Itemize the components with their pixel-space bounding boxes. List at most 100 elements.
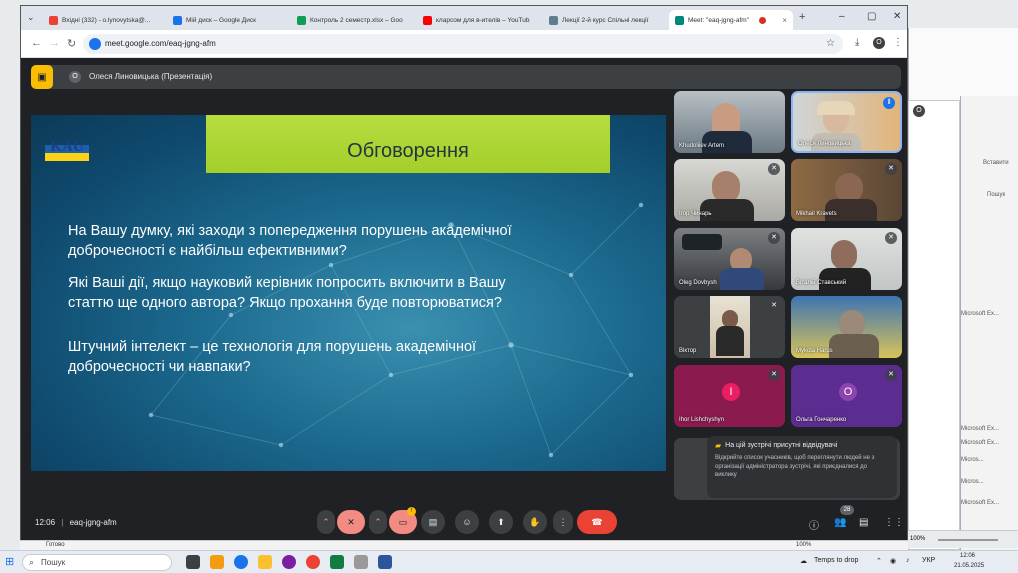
mic-off-icon: ✕ xyxy=(768,300,780,312)
separator: | xyxy=(61,518,64,527)
edge-icon[interactable] xyxy=(234,555,248,569)
taskbar-date[interactable]: 21.05.2025 xyxy=(954,563,984,569)
tab-search-icon[interactable]: ⌄ xyxy=(27,12,35,23)
file-explorer-icon[interactable] xyxy=(258,555,272,569)
close-tab-icon[interactable]: × xyxy=(782,16,787,25)
network-icon[interactable]: ◉ xyxy=(890,557,896,565)
bg-item: Пошук xyxy=(987,192,1006,198)
participant-tile[interactable]: I ✕ Ihor Lishchyshyn xyxy=(674,365,785,427)
tab-label: Контроль 2 семестр.xlsx – Goo xyxy=(310,16,403,24)
task-view-icon[interactable] xyxy=(186,555,200,569)
participant-tile[interactable]: ✕ Віталій Ставський xyxy=(791,228,902,290)
background-window-top[interactable] xyxy=(908,28,1018,100)
meeting-details-icon[interactable]: ⓘ xyxy=(809,517,819,532)
minimize-icon[interactable]: – xyxy=(839,11,845,22)
maximize-icon[interactable]: ▢ xyxy=(867,11,876,22)
tab-gmail[interactable]: Вхідні (332) - o.lynovytska@... xyxy=(43,10,165,30)
app-icon[interactable] xyxy=(210,555,224,569)
viber-icon[interactable] xyxy=(282,555,296,569)
profile-avatar[interactable]: O xyxy=(873,37,885,49)
reactions-button[interactable]: ☺ xyxy=(455,510,479,534)
menu-kebab-icon[interactable]: ⋮ xyxy=(893,37,903,48)
background-excel-status: Готово 100% xyxy=(20,540,908,550)
app-icon[interactable] xyxy=(354,555,368,569)
tab-meet[interactable]: Meet: "eaq-jgng-afm" × xyxy=(669,10,793,30)
tab-sheets[interactable]: Контроль 2 семестр.xlsx – Goo xyxy=(291,10,415,30)
download-icon[interactable]: ⤓ xyxy=(855,37,859,48)
new-tab-icon[interactable]: + xyxy=(799,11,805,23)
taskbar-time[interactable]: 12:06 xyxy=(960,553,975,559)
participant-tile[interactable]: ✕ Mikhail Kravets xyxy=(791,159,902,221)
participant-tile[interactable]: O ✕ Ольга Гончаренко xyxy=(791,365,902,427)
tab-label: Мій диск – Google Диск xyxy=(186,16,256,24)
more-options-button[interactable]: ⋮ xyxy=(553,510,573,534)
background-window-panel[interactable]: O xyxy=(908,100,960,550)
zoom-slider[interactable] xyxy=(938,539,998,541)
meeting-time: 12:06 xyxy=(35,518,56,527)
tab-label: Лекції 2-й курс Спільні лекції xyxy=(562,16,649,24)
camera-options-button[interactable]: ⌃ xyxy=(369,510,387,534)
chevron-up-icon: ⌃ xyxy=(322,516,330,527)
bookmark-star-icon[interactable]: ☆ xyxy=(826,34,835,54)
people-icon[interactable]: 👥 xyxy=(834,517,846,528)
back-icon[interactable]: ← xyxy=(31,37,42,49)
logo-text: KAU xyxy=(50,139,84,155)
meeting-info: 12:06 | eaq-jgng-afm xyxy=(35,518,117,527)
participant-tile[interactable]: Khudoliiev Artem xyxy=(674,91,785,153)
speaking-indicator-icon: ⦀ xyxy=(883,97,895,109)
tab-youtube[interactable]: кларсом для в-ителів – YouTub xyxy=(417,10,541,30)
bg-item: Microsoft Ex... xyxy=(961,500,1000,506)
video-feed xyxy=(700,199,754,221)
participant-tile[interactable]: Mykola Harus xyxy=(791,296,902,358)
word-icon[interactable] xyxy=(378,555,392,569)
background-excel-window[interactable]: Вставити Пошук Microsoft Ex... Microsoft… xyxy=(960,96,1018,550)
url-field[interactable]: meet.google.com/eaq-jgng-afm ☆ xyxy=(83,34,843,54)
participant-name: Mikhail Kravets xyxy=(796,211,837,217)
question-line: Які Ваші дії, якщо науковий керівник поп… xyxy=(68,275,506,291)
participant-tile-speaking[interactable]: ⦀ Олеся Линовицька xyxy=(791,91,902,153)
participant-tile[interactable]: ✕ Ігор Чинарь xyxy=(674,159,785,221)
weather-text[interactable]: Temps to drop xyxy=(814,557,858,564)
presenter-avatar: O xyxy=(69,71,81,83)
browser-window: ⌄ Вхідні (332) - o.lynovytska@... Мій ди… xyxy=(20,5,908,540)
participant-name: Mykola Harus xyxy=(796,348,833,354)
excel-status-text: Готово xyxy=(46,542,65,548)
participant-tile[interactable]: ✕ Віктор xyxy=(674,296,785,358)
language-indicator[interactable]: УКР xyxy=(922,557,935,564)
tab-lectures[interactable]: Лекції 2-й курс Спільні лекції xyxy=(543,10,667,30)
leave-call-button[interactable]: ☎ xyxy=(577,510,617,534)
captions-button[interactable]: ▤ xyxy=(421,510,445,534)
present-screen-icon: ⬆ xyxy=(497,516,505,527)
tab-strip: ⌄ Вхідні (332) - o.lynovytska@... Мій ди… xyxy=(21,6,907,30)
participant-name: Віталій Ставський xyxy=(796,280,847,286)
taskbar-search[interactable]: ⌕ Пошук xyxy=(22,554,172,571)
tab-label: кларсом для в-ителів – YouTub xyxy=(436,16,530,24)
tab-label: Meet: "eaq-jgng-afm" xyxy=(688,16,749,24)
volume-icon[interactable]: ♪ xyxy=(906,557,910,564)
present-icon[interactable]: ▣ xyxy=(31,65,53,89)
site-info-icon[interactable] xyxy=(89,38,101,50)
bg-item: Micros... xyxy=(961,457,984,463)
participant-name: Ігор Чинарь xyxy=(679,211,712,217)
excel-icon[interactable] xyxy=(330,555,344,569)
windows-start-icon[interactable]: ⊞ xyxy=(5,555,14,568)
logo-icon: KAU xyxy=(45,139,89,161)
control-bar: 12:06 | eaq-jgng-afm ⌃ ✕ ⌃ ▭ ! ▤ ☺ ⬆ ✋ ⋮… xyxy=(21,504,907,540)
activities-icon[interactable]: ⋮⋮ xyxy=(884,517,904,528)
present-button[interactable]: ⬆ xyxy=(489,510,513,534)
url-text: meet.google.com/eaq-jgng-afm xyxy=(105,39,216,48)
close-window-icon[interactable]: ✕ xyxy=(893,11,901,22)
mic-toggle-button[interactable]: ✕ xyxy=(337,510,365,534)
chrome-icon[interactable] xyxy=(306,555,320,569)
video-feed xyxy=(720,268,764,290)
tray-chevron-icon[interactable]: ⌃ xyxy=(876,557,882,565)
question-line: Штучний інтелект – це технологія для пор… xyxy=(68,339,477,355)
forward-icon[interactable]: → xyxy=(49,37,60,49)
reload-icon[interactable]: ↻ xyxy=(67,37,76,50)
mic-options-button[interactable]: ⌃ xyxy=(317,510,335,534)
chat-icon[interactable]: ▤ xyxy=(859,517,868,528)
participant-tile[interactable]: ✕ Oleg Dovbysh xyxy=(674,228,785,290)
tab-drive[interactable]: Мій диск – Google Диск xyxy=(167,10,289,30)
visitors-notification[interactable]: ▰ На цій зустрічі присутні відвідувачі Ві… xyxy=(707,436,897,498)
raise-hand-button[interactable]: ✋ xyxy=(523,510,547,534)
